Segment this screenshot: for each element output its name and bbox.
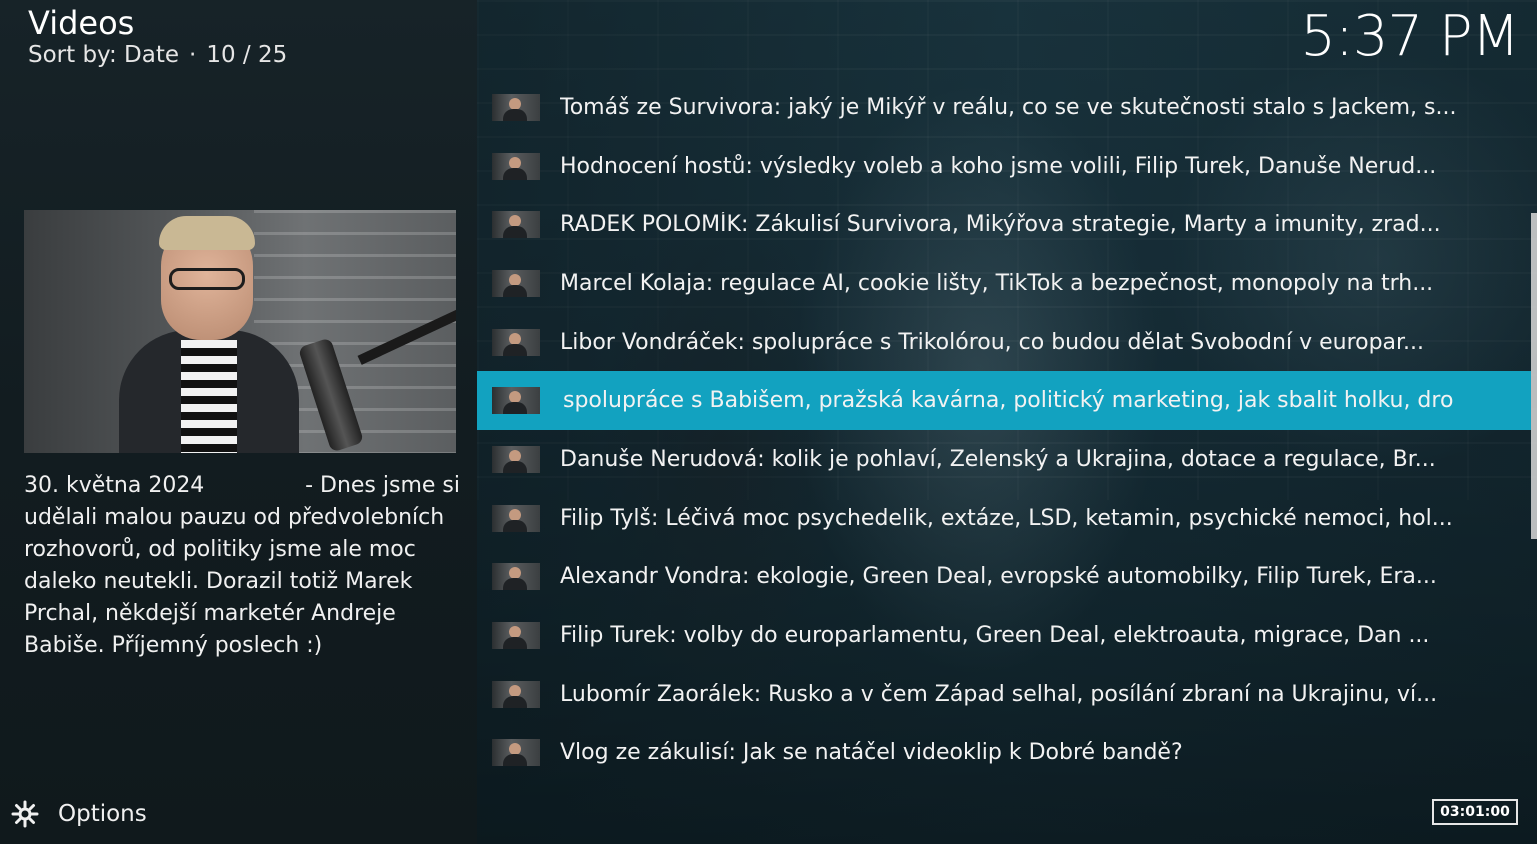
list-item-thumbnail (492, 504, 540, 532)
list-item-title: Filip Turek: volby do europarlamentu, Gr… (560, 623, 1430, 649)
list-item-title: Filip Tylš: Léčivá moc psychedelik, extá… (560, 505, 1453, 531)
kodi-video-library: Videos Sort by: Date · 10 / 25 30. května … (0, 0, 1537, 844)
list-item-thumbnail (492, 739, 540, 767)
info-panel: Videos Sort by: Date · 10 / 25 30. května … (0, 0, 477, 844)
list-item[interactable]: Lubomír Zaorálek: Rusko a v čem Západ se… (477, 665, 1531, 724)
video-thumbnail (24, 210, 456, 453)
list-item[interactable]: Vlog ze zákulisí: Jak se natáčel videokl… (477, 724, 1531, 783)
list-item-thumbnail (492, 269, 540, 297)
thumbnail-person (119, 216, 299, 453)
list-item-thumbnail (492, 445, 540, 473)
list-item[interactable]: Marcel Kolaja: regulace AI, cookie lišty… (477, 254, 1531, 313)
thumbnail-striped-shirt (181, 340, 237, 453)
list-item-title: Lubomír Zaorálek: Rusko a v čem Západ se… (560, 681, 1438, 707)
list-item-title: Danuše Nerudová: kolik je pohlaví, Zelen… (560, 446, 1436, 472)
list-item-title: Hodnocení hostů: výsledky voleb a koho j… (560, 153, 1437, 179)
list-item-thumbnail (492, 680, 540, 708)
options-label: Options (58, 801, 147, 827)
list-item-title: Alexandr Vondra: ekologie, Green Deal, e… (560, 564, 1437, 590)
list-item-thumbnail (492, 211, 540, 239)
plot-text: 30. května 2024 - Dnes jsme si udělali m… (24, 470, 460, 662)
list-item-thumbnail (492, 328, 540, 356)
list-item[interactable]: Hodnocení hostů: výsledky voleb a koho j… (477, 137, 1531, 196)
gear-arrows-icon (11, 800, 39, 828)
list-item[interactable]: Filip Tylš: Léčivá moc psychedelik, extá… (477, 489, 1531, 548)
sort-label: Sort by: Date (28, 42, 180, 68)
list-item-title: Tomáš ze Survivora: jaký je Mikýř v reál… (560, 94, 1457, 120)
list-item[interactable]: Danuše Nerudová: kolik je pohlaví, Zelen… (477, 430, 1531, 489)
separator: · (189, 42, 197, 68)
thumbnail-hair (159, 216, 255, 250)
list-item-title: RADEK POLOMÍK: Zákulisí Survivora, Mikýř… (560, 212, 1441, 238)
list-item-title: Vlog ze zákulisí: Jak se natáčel videokl… (560, 740, 1183, 766)
duration-badge: 03:01:00 (1432, 799, 1518, 825)
list-item[interactable]: Filip Turek: volby do europarlamentu, Gr… (477, 606, 1531, 665)
item-position: 10 / 25 (206, 42, 288, 68)
plot-body: udělali malou pauzu od předvolebních roz… (24, 505, 445, 658)
list-item[interactable]: Tomáš ze Survivora: jaký je Mikýř v reál… (477, 78, 1531, 137)
plot-first-fragment: - Dnes jsme si (305, 473, 460, 498)
plot-first-line: 30. května 2024 - Dnes jsme si (24, 470, 460, 502)
list-item-thumbnail (492, 152, 540, 180)
list-item[interactable]: RADEK POLOMÍK: Zákulisí Survivora, Mikýř… (477, 195, 1531, 254)
list-item-thumbnail (492, 93, 540, 121)
options-button[interactable]: Options (10, 796, 147, 832)
list-item[interactable]: spolupráce s Babišem, pražská kavárna, p… (477, 371, 1531, 431)
clock: 5:37 PM (1300, 4, 1520, 69)
plot-date: 30. května 2024 (24, 473, 205, 498)
window-title: Videos (28, 4, 135, 42)
list-item-thumbnail (492, 387, 540, 415)
thumbnail-glasses (169, 268, 245, 290)
sort-info: Sort by: Date · 10 / 25 (28, 42, 287, 68)
list-item-thumbnail (492, 622, 540, 650)
list-item[interactable]: Libor Vondráček: spolupráce s Trikolórou… (477, 313, 1531, 372)
list-item-title: spolupráce s Babišem, pražská kavárna, p… (563, 388, 1454, 414)
list-item-title: Marcel Kolaja: regulace AI, cookie lišty… (560, 270, 1434, 296)
list-item-title: Libor Vondráček: spolupráce s Trikolórou… (560, 329, 1425, 355)
list-item-thumbnail (492, 563, 540, 591)
list-item[interactable]: Alexandr Vondra: ekologie, Green Deal, e… (477, 548, 1531, 607)
scrollbar[interactable] (1531, 213, 1537, 539)
video-list[interactable]: Tomáš ze Survivora: jaký je Mikýř v reál… (477, 78, 1531, 782)
